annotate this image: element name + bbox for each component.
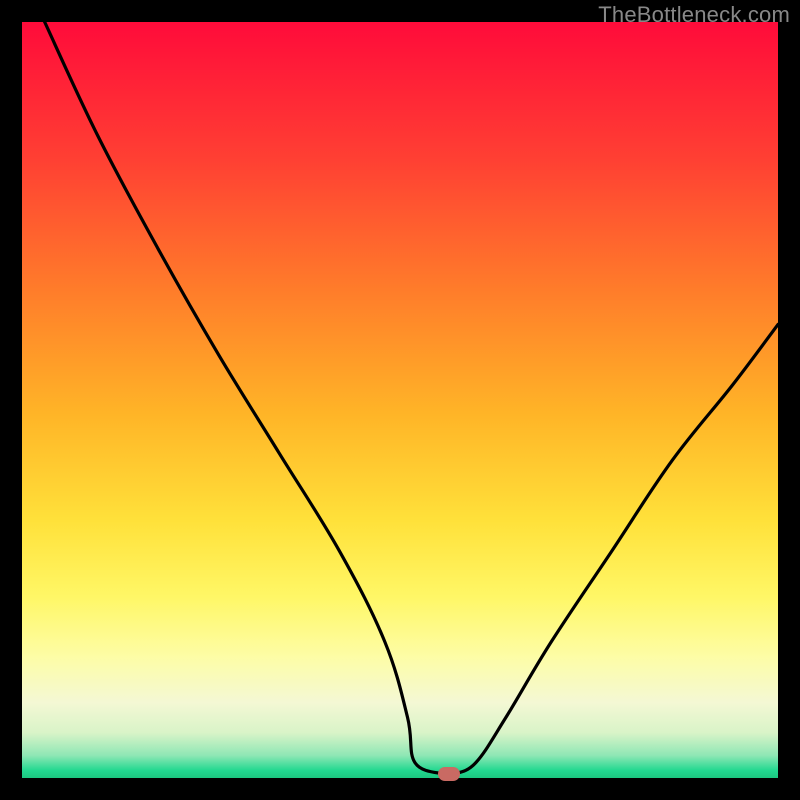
minimum-marker [438,767,460,781]
chart-frame: TheBottleneck.com [0,0,800,800]
chart-curve [22,22,778,778]
plot-region [22,22,778,778]
